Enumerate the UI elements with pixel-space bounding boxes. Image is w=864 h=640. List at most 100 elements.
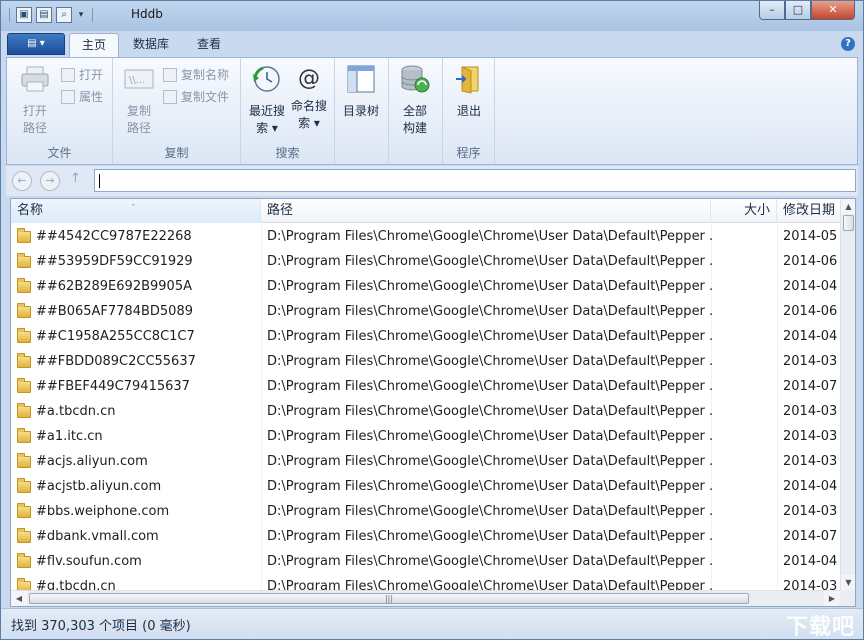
clock-refresh-icon bbox=[253, 66, 280, 92]
list-item[interactable]: #a.tbcdn.cn D:\Program Files\Chrome\Googl… bbox=[11, 399, 840, 424]
close-button[interactable]: ✕ bbox=[811, 1, 855, 20]
list-item[interactable]: #a1.itc.cn D:\Program Files\Chrome\Google… bbox=[11, 424, 840, 449]
full-build-button[interactable]: 全部构建 bbox=[395, 64, 435, 137]
row-path: D:\Program Files\Chrome\Google\Chrome\Us… bbox=[267, 479, 713, 494]
open-button[interactable]: 打开 bbox=[61, 66, 103, 83]
row-path: D:\Program Files\Chrome\Google\Chrome\Us… bbox=[267, 504, 713, 519]
help-icon[interactable]: ? bbox=[841, 37, 855, 51]
folder-icon bbox=[17, 427, 31, 443]
app-menu-button[interactable]: ▤ ▾ bbox=[7, 33, 65, 55]
copy-file-button[interactable]: 复制文件 bbox=[163, 88, 229, 105]
title-bar: ▣ ▤ ⌕ ▾ Hddb – □ ✕ bbox=[1, 1, 863, 31]
row-name-cell: ##FBDD089C2CC55637 bbox=[17, 349, 257, 374]
column-header-size[interactable]: 大小 bbox=[711, 199, 777, 223]
row-date: 2014-07 bbox=[783, 379, 838, 394]
column-header-name[interactable]: 名称 ˆ bbox=[11, 199, 261, 223]
copy-name-button[interactable]: 复制名称 bbox=[163, 66, 229, 83]
list-item[interactable]: #bbs.weiphone.com D:\Program Files\Chrome… bbox=[11, 499, 840, 524]
scroll-right-icon[interactable]: ▶ bbox=[824, 591, 840, 606]
column-header-path[interactable]: 路径 bbox=[261, 199, 711, 223]
tab-database[interactable]: 数据库 bbox=[121, 33, 181, 57]
copy-file-icon bbox=[163, 89, 177, 104]
search-icon[interactable]: ⌕ bbox=[56, 7, 72, 23]
column-modified-label: 修改日期 bbox=[783, 203, 836, 218]
list-item[interactable]: #g.tbcdn.cn D:\Program Files\Chrome\Googl… bbox=[11, 574, 840, 590]
list-item[interactable]: ##62B289E692B9905A D:\Program Files\Chrom… bbox=[11, 274, 840, 299]
results-list: 名称 ˆ 路径 大小 修改日期 ##4542CC9787E22268 D:\Pro… bbox=[10, 198, 856, 607]
list-item[interactable]: ##FBEF449C79415637 D:\Program Files\Chrom… bbox=[11, 374, 840, 399]
full-build-label: 全部构建 bbox=[402, 104, 427, 135]
forward-button[interactable]: → bbox=[40, 171, 60, 191]
folder-icon bbox=[17, 377, 31, 393]
scroll-left-icon[interactable]: ◀ bbox=[11, 591, 27, 606]
row-date: 2014-05 bbox=[783, 229, 838, 244]
address-input[interactable] bbox=[94, 169, 856, 192]
vertical-scroll-thumb[interactable] bbox=[843, 215, 854, 231]
scroll-down-icon[interactable]: ▼ bbox=[841, 575, 855, 590]
list-item[interactable]: ##C1958A255CC8C1C7 D:\Program Files\Chrom… bbox=[11, 324, 840, 349]
list-item[interactable]: #acjs.aliyun.com D:\Program Files\Chrome\… bbox=[11, 449, 840, 474]
maximize-button[interactable]: □ bbox=[785, 1, 811, 20]
list-item[interactable]: #acjstb.aliyun.com D:\Program Files\Chrom… bbox=[11, 474, 840, 499]
qat-dropdown-icon[interactable]: ▾ bbox=[76, 10, 86, 20]
open-path-button[interactable]: 打开路径 bbox=[15, 64, 55, 137]
tab-home[interactable]: 主页 bbox=[69, 33, 120, 57]
row-date: 2014-04 bbox=[783, 479, 838, 494]
list-item[interactable]: ##53959DF59CC91929 D:\Program Files\Chrom… bbox=[11, 249, 840, 274]
row-path: D:\Program Files\Chrome\Google\Chrome\Us… bbox=[267, 554, 713, 569]
list-item[interactable]: #dbank.vmall.com D:\Program Files\Chrome\… bbox=[11, 524, 840, 549]
copy-path-icon: \\... bbox=[124, 69, 154, 89]
folder-icon bbox=[17, 352, 31, 368]
ribbon: 打开路径 打开 属性 文件 \\... 复制路径 复制名称 复制文件 复制 最近… bbox=[6, 57, 858, 165]
save-icon[interactable]: ▤ bbox=[36, 7, 52, 23]
row-path: D:\Program Files\Chrome\Google\Chrome\Us… bbox=[267, 579, 713, 590]
row-name: #dbank.vmall.com bbox=[36, 529, 159, 544]
at-icon: @ bbox=[298, 66, 320, 91]
list-item[interactable]: ##B065AF7784BD5089 D:\Program Files\Chrom… bbox=[11, 299, 840, 324]
row-date: 2014-07 bbox=[783, 529, 838, 544]
row-name: #bbs.weiphone.com bbox=[36, 504, 170, 519]
row-name-cell: #a1.itc.cn bbox=[17, 424, 257, 449]
row-name-cell: #acjstb.aliyun.com bbox=[17, 474, 257, 499]
folder-icon bbox=[17, 277, 31, 293]
row-date: 2014-06 bbox=[783, 304, 838, 319]
row-name: #g.tbcdn.cn bbox=[36, 579, 116, 590]
row-name: #acjs.aliyun.com bbox=[36, 454, 148, 469]
list-header: 名称 ˆ 路径 大小 修改日期 bbox=[11, 199, 855, 223]
back-button[interactable]: ← bbox=[12, 171, 32, 191]
group-label-program: 程序 bbox=[456, 146, 481, 160]
row-name: #flv.soufun.com bbox=[36, 554, 142, 569]
directory-tree-button[interactable]: 目录树 bbox=[339, 64, 383, 120]
list-item[interactable]: ##FBDD089C2CC55637 D:\Program Files\Chrom… bbox=[11, 349, 840, 374]
window-icon[interactable]: ▣ bbox=[16, 7, 32, 23]
row-name: ##FBEF449C79415637 bbox=[36, 379, 190, 394]
minimize-button[interactable]: – bbox=[759, 1, 785, 20]
row-name-cell: #g.tbcdn.cn bbox=[17, 574, 257, 590]
up-button[interactable]: ↑ bbox=[70, 171, 81, 186]
row-path: D:\Program Files\Chrome\Google\Chrome\Us… bbox=[267, 379, 713, 394]
svg-text:\\...: \\... bbox=[129, 75, 145, 86]
row-date: 2014-03 bbox=[783, 429, 838, 444]
horizontal-scrollbar[interactable]: ◀ ||| ▶ bbox=[11, 590, 840, 606]
navigation-bar: ← → ↑ bbox=[6, 166, 858, 196]
list-item[interactable]: #flv.soufun.com D:\Program Files\Chrome\G… bbox=[11, 549, 840, 574]
copy-name-label: 复制名称 bbox=[181, 68, 230, 82]
row-path: D:\Program Files\Chrome\Google\Chrome\Us… bbox=[267, 229, 713, 244]
vertical-scrollbar[interactable]: ▲ ▼ bbox=[840, 199, 855, 590]
horizontal-scroll-thumb[interactable]: ||| bbox=[29, 593, 749, 604]
name-search-button[interactable]: @ 命名搜索 ▾ bbox=[289, 64, 329, 132]
properties-label: 属性 bbox=[79, 90, 104, 104]
group-label-copy: 复制 bbox=[164, 146, 189, 160]
list-item[interactable]: ##4542CC9787E22268 D:\Program Files\Chrom… bbox=[11, 224, 840, 249]
recent-search-button[interactable]: 最近搜索 ▾ bbox=[247, 64, 287, 137]
exit-button[interactable]: 退出 bbox=[449, 64, 489, 120]
copy-path-button[interactable]: \\... 复制路径 bbox=[121, 64, 157, 137]
row-name-cell: ##4542CC9787E22268 bbox=[17, 224, 257, 249]
properties-button[interactable]: 属性 bbox=[61, 88, 103, 105]
folder-icon bbox=[17, 552, 31, 568]
group-tree: 目录树 bbox=[335, 58, 389, 164]
folder-icon bbox=[17, 577, 31, 590]
row-name-cell: ##C1958A255CC8C1C7 bbox=[17, 324, 257, 349]
tab-view[interactable]: 查看 bbox=[185, 33, 233, 57]
scroll-up-icon[interactable]: ▲ bbox=[841, 199, 855, 214]
